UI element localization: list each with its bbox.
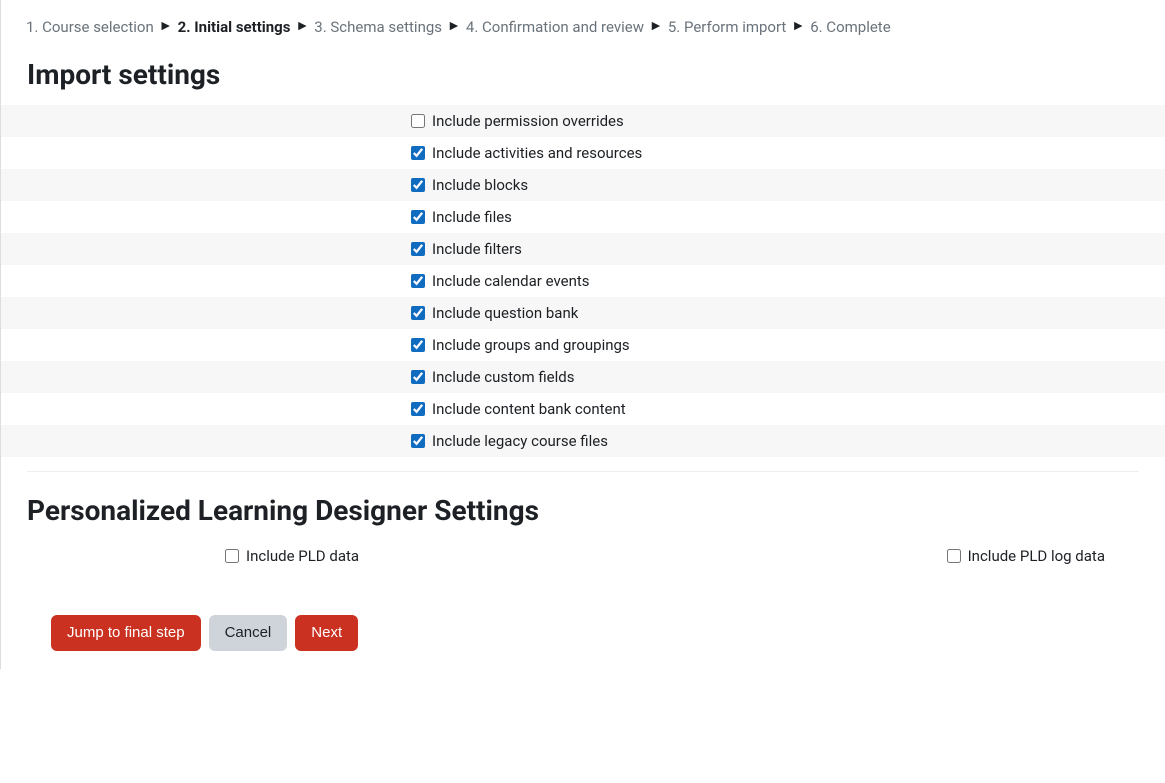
checkbox-include-blocks[interactable] (411, 178, 425, 192)
wizard-step-3: 3. Schema settings (314, 18, 442, 36)
label-include-filters[interactable]: Include filters (432, 240, 522, 258)
arrow-icon: ► (159, 17, 173, 35)
setting-row-include-permission-overrides: Include permission overrides (1, 105, 1165, 137)
checkbox-include-pld-data[interactable] (225, 549, 239, 563)
heading-import-settings: Import settings (1, 58, 1165, 91)
checkbox-include-custom-fields[interactable] (411, 370, 425, 384)
setting-row-include-files: Include files (1, 201, 1165, 233)
label-include-calendar-events[interactable]: Include calendar events (432, 272, 590, 290)
arrow-icon: ► (447, 17, 461, 35)
label-include-question-bank[interactable]: Include question bank (432, 304, 578, 322)
setting-row-include-custom-fields: Include custom fields (1, 361, 1165, 393)
wizard-progress: 1. Course selection►2. Initial settings►… (1, 10, 1165, 36)
label-include-groups-groupings[interactable]: Include groups and groupings (432, 336, 630, 354)
page-container: 1. Course selection►2. Initial settings►… (0, 0, 1165, 669)
setting-row-include-content-bank: Include content bank content (1, 393, 1165, 425)
wizard-step-1: 1. Course selection (26, 18, 154, 36)
checkbox-include-legacy-files[interactable] (411, 434, 425, 448)
checkbox-include-pld-log-data[interactable] (947, 549, 961, 563)
setting-row-include-blocks: Include blocks (1, 169, 1165, 201)
cancel-button[interactable]: Cancel (209, 615, 288, 651)
label-include-pld-log-data[interactable]: Include PLD log data (968, 547, 1105, 565)
pld-row: Include PLD data Include PLD log data (1, 541, 1165, 571)
label-include-activities-resources[interactable]: Include activities and resources (432, 144, 642, 162)
label-include-pld-data[interactable]: Include PLD data (246, 547, 359, 565)
settings-list: Include permission overrides Include acti… (1, 105, 1165, 457)
wizard-step-6: 6. Complete (810, 18, 890, 36)
checkbox-include-calendar-events[interactable] (411, 274, 425, 288)
label-include-permission-overrides[interactable]: Include permission overrides (432, 112, 624, 130)
checkbox-include-content-bank[interactable] (411, 402, 425, 416)
wizard-actions: Jump to final step Cancel Next (1, 571, 1165, 659)
section-divider (27, 471, 1139, 472)
heading-pld-settings: Personalized Learning Designer Settings (1, 494, 1165, 527)
wizard-step-5: 5. Perform import (668, 18, 786, 36)
checkbox-include-groups-groupings[interactable] (411, 338, 425, 352)
pld-log-wrap: Include PLD log data (947, 547, 1105, 565)
label-include-blocks[interactable]: Include blocks (432, 176, 528, 194)
checkbox-include-question-bank[interactable] (411, 306, 425, 320)
setting-row-include-filters: Include filters (1, 233, 1165, 265)
checkbox-include-files[interactable] (411, 210, 425, 224)
label-include-content-bank[interactable]: Include content bank content (432, 400, 626, 418)
label-include-custom-fields[interactable]: Include custom fields (432, 368, 574, 386)
wizard-step-2: 2. Initial settings (178, 18, 291, 36)
checkbox-include-permission-overrides[interactable] (411, 114, 425, 128)
pld-data-wrap: Include PLD data (225, 547, 359, 565)
setting-row-include-groups-groupings: Include groups and groupings (1, 329, 1165, 361)
arrow-icon: ► (295, 17, 309, 35)
jump-to-final-step-button[interactable]: Jump to final step (51, 615, 201, 651)
setting-row-include-calendar-events: Include calendar events (1, 265, 1165, 297)
setting-row-include-legacy-files: Include legacy course files (1, 425, 1165, 457)
setting-row-include-activities-resources: Include activities and resources (1, 137, 1165, 169)
arrow-icon: ► (649, 17, 663, 35)
next-button[interactable]: Next (295, 615, 358, 651)
checkbox-include-filters[interactable] (411, 242, 425, 256)
arrow-icon: ► (791, 17, 805, 35)
label-include-files[interactable]: Include files (432, 208, 512, 226)
checkbox-include-activities-resources[interactable] (411, 146, 425, 160)
setting-row-include-question-bank: Include question bank (1, 297, 1165, 329)
wizard-step-4: 4. Confirmation and review (466, 18, 644, 36)
label-include-legacy-files[interactable]: Include legacy course files (432, 432, 608, 450)
